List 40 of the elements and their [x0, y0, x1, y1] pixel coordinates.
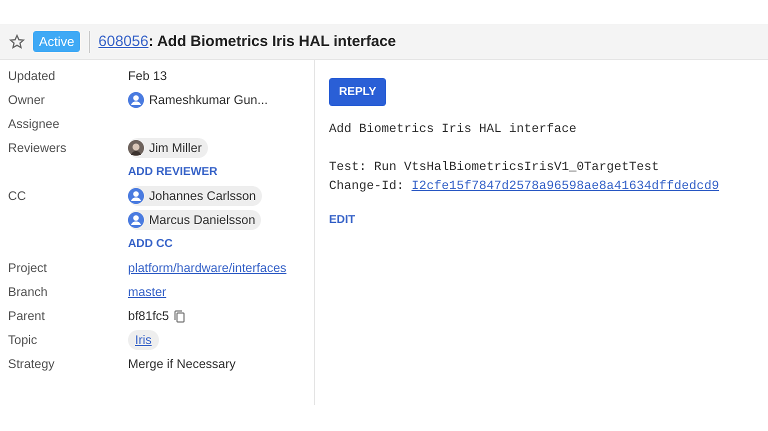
add-link[interactable]: ADD REVIEWER	[128, 160, 218, 184]
reply-button[interactable]: REPLY	[329, 78, 386, 106]
star-icon[interactable]	[9, 34, 25, 50]
message-line: Add Biometrics Iris HAL interface	[329, 121, 578, 138]
message-line: Test: Run VtsHalBiometricsIrisV1_0TargetTest	[329, 159, 660, 176]
avatar-photo-icon	[128, 140, 144, 156]
field-label: Branch	[8, 284, 49, 301]
field-link[interactable]: master	[128, 280, 166, 304]
field-label: Project	[8, 260, 48, 277]
field-label: Updated	[8, 68, 56, 85]
change-number-link[interactable]: 608056	[98, 33, 148, 50]
change-id-label: Change-Id:	[329, 179, 406, 193]
person-chip[interactable]: Jim Miller	[128, 138, 208, 158]
person-chip[interactable]: Johannes Carlsson	[128, 186, 262, 206]
copy-icon	[174, 310, 186, 322]
field-value: Feb 13	[128, 68, 167, 85]
field-value: Merge if Necessary	[128, 356, 236, 373]
field-link[interactable]: platform/hardware/interfaces	[128, 256, 286, 280]
avatar-icon	[128, 212, 144, 228]
person-name: Jim Miller	[149, 140, 202, 157]
field-label: Strategy	[8, 356, 56, 373]
field-label: Owner	[8, 92, 46, 109]
change-id-link[interactable]: I2cfe15f7847d2578a96598ae8a41634dffdedcd9	[412, 179, 720, 193]
field-label: Topic	[8, 332, 38, 349]
status-badge: Active	[33, 31, 80, 52]
topic-chip[interactable]: Iris	[128, 330, 159, 350]
field-label: Reviewers	[8, 140, 68, 157]
change-title: : Add Biometrics Iris HAL interface	[148, 33, 396, 50]
avatar-icon	[128, 188, 144, 204]
field-value: bf81fc5	[128, 308, 170, 325]
person-name: Marcus Danielsson	[149, 212, 256, 229]
edit-link[interactable]: EDIT	[329, 214, 356, 226]
avatar-icon	[128, 92, 144, 108]
field-label: CC	[8, 188, 28, 205]
field-label: Parent	[8, 308, 46, 325]
person-name: Johannes Carlsson	[149, 188, 256, 205]
field-label: Assignee	[8, 116, 60, 133]
person-chip[interactable]: Marcus Danielsson	[128, 210, 262, 230]
owner-name: Rameshkumar Gun...	[149, 92, 268, 109]
add-link[interactable]: ADD CC	[128, 232, 173, 256]
